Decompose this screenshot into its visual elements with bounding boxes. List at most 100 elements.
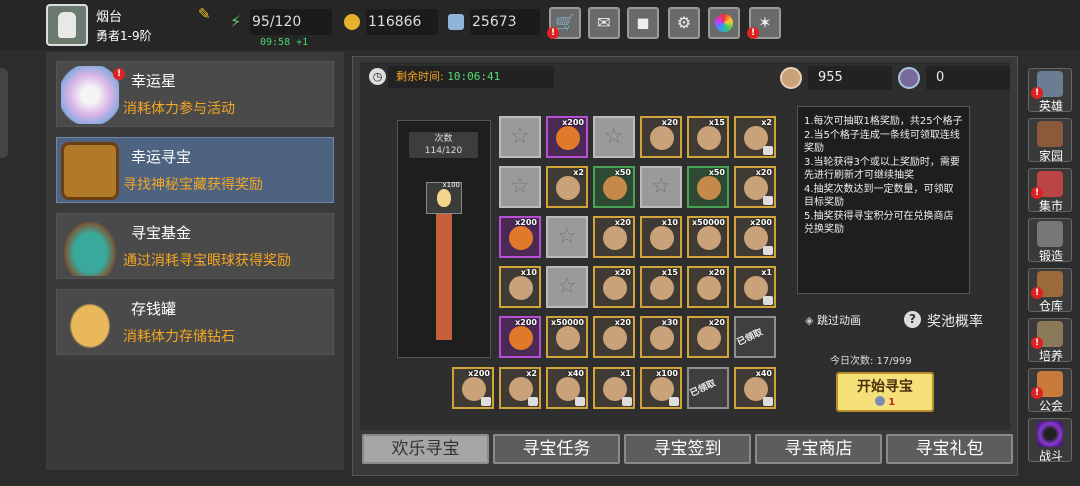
reward-cell[interactable]: 已领取 [687, 367, 729, 409]
lock-icon [763, 397, 773, 406]
eyeball-icon [780, 67, 802, 89]
lock-icon [763, 246, 773, 255]
lock-icon [763, 146, 773, 155]
reward-quantity: x2 [761, 118, 772, 127]
side-item-battle[interactable]: 战斗 [1028, 418, 1072, 463]
empty-cell[interactable]: ☆ [546, 266, 588, 308]
reward-cell[interactable]: x40 [734, 367, 776, 409]
reward-quantity: x1 [620, 369, 631, 378]
empty-cell[interactable]: ☆ [546, 216, 588, 258]
reward-cell[interactable]: x20 [734, 166, 776, 208]
reward-cell[interactable]: x200 [546, 116, 588, 158]
reward-cell[interactable]: x20 [640, 116, 682, 158]
points-count: 0 [926, 66, 1010, 90]
reward-quantity: x15 [708, 118, 725, 127]
side-item-home[interactable]: 家园 [1028, 118, 1072, 163]
skip-animation-toggle[interactable]: ◈ 跳过动画 [805, 312, 861, 328]
player-rank: 勇者1-9阶 [96, 29, 152, 43]
reward-cell[interactable]: x2 [499, 367, 541, 409]
reward-quantity: x1 [761, 268, 772, 277]
castle-icon [1037, 121, 1063, 147]
reward-cell[interactable]: x1 [593, 367, 635, 409]
reward-cell[interactable]: x50000 [687, 216, 729, 258]
egg-icon [437, 189, 451, 207]
reward-cell[interactable]: x10 [499, 266, 541, 308]
rule-line: 2.当5个格子连成一条线可领取连线奖励 [804, 130, 960, 154]
tab-treasure-pack[interactable]: 寻宝礼包 [886, 434, 1013, 464]
reward-cell[interactable]: x15 [640, 266, 682, 308]
side-item-warehouse[interactable]: ! 仓库 [1028, 268, 1072, 313]
reward-cell[interactable]: x20 [687, 266, 729, 308]
remaining-time: 剩余时间: 10:06:41 [388, 66, 554, 88]
menu-card-lucky-star[interactable]: ! 幸运星 消耗体力参与活动 [56, 61, 334, 127]
draw-count-box: 次数 114/120 [409, 132, 478, 158]
reward-cell[interactable]: 已领取 [734, 316, 776, 358]
rule-line: 3.当轮获得3个或以上奖励时，需要先进行刷新才可继续抽奖 [804, 157, 960, 181]
start-treasure-button[interactable]: 开始寻宝 1 [836, 372, 934, 412]
reward-cell[interactable]: x100 [640, 367, 682, 409]
reward-cell[interactable]: x50 [593, 166, 635, 208]
gamepad-icon: ◼ [636, 13, 650, 32]
reward-cell[interactable]: x20 [593, 316, 635, 358]
edge-handle[interactable] [0, 68, 8, 158]
reward-cell[interactable]: x2 [546, 166, 588, 208]
side-item-market[interactable]: ! 集市 [1028, 168, 1072, 213]
reward-cell[interactable]: x20 [593, 216, 635, 258]
card-title: 幸运寻宝 [131, 148, 192, 166]
start-cost: 1 [888, 397, 896, 408]
side-item-guild[interactable]: ! 公会 [1028, 368, 1072, 413]
reward-cell[interactable]: x2 [734, 116, 776, 158]
reward-cell[interactable]: x15 [687, 116, 729, 158]
milestone-reward[interactable]: x100 [426, 181, 462, 214]
settings-button[interactable]: ⚙ [668, 7, 700, 39]
network-button[interactable]: ✶! [747, 7, 781, 39]
reward-quantity: x200 [468, 369, 490, 378]
gamepad-button[interactable]: ◼ [627, 7, 659, 39]
reward-cell[interactable]: x200 [452, 367, 494, 409]
side-label: 培养 [1038, 349, 1063, 363]
empty-cell[interactable]: ☆ [499, 166, 541, 208]
reward-quantity: x10 [520, 268, 537, 277]
side-label: 集市 [1038, 199, 1063, 213]
draw-count-label: 次数 [434, 134, 453, 144]
side-item-hero[interactable]: ! 英雄 [1028, 68, 1072, 113]
pool-rate-link[interactable]: 奖池概率 [927, 311, 983, 331]
mail-button[interactable]: ✉ [588, 7, 620, 39]
tab-treasure-shop[interactable]: 寻宝商店 [755, 434, 882, 464]
tab-happy-treasure[interactable]: 欢乐寻宝 [362, 434, 489, 464]
reward-cell[interactable]: x1 [734, 266, 776, 308]
shop-alert-badge: ! [547, 27, 559, 39]
edit-icon[interactable]: ✎ [198, 6, 214, 22]
empty-cell[interactable]: ☆ [593, 116, 635, 158]
help-icon[interactable]: ? [904, 311, 921, 328]
menu-card-treasure-fund[interactable]: 寻宝基金 通过消耗寻宝眼球获得奖励 [56, 213, 334, 279]
draw-count-value: 114/120 [424, 146, 463, 156]
side-item-forge[interactable]: 锻造 [1028, 218, 1072, 263]
reward-cell[interactable]: x30 [640, 316, 682, 358]
avatar[interactable] [46, 4, 88, 46]
point-orb-icon [898, 67, 920, 89]
empty-cell[interactable]: ☆ [499, 116, 541, 158]
reward-cell[interactable]: x50 [687, 166, 729, 208]
reward-cell[interactable]: x20 [687, 316, 729, 358]
side-item-training[interactable]: ! 培养 [1028, 318, 1072, 363]
color-wheel-button[interactable] [708, 7, 740, 39]
reward-cell[interactable]: x200 [734, 216, 776, 258]
shop-button[interactable]: 🛒! [547, 7, 581, 39]
menu-card-lucky-treasure[interactable]: 幸运寻宝 寻找神秘宝藏获得奖励 [56, 137, 334, 203]
tab-treasure-tasks[interactable]: 寻宝任务 [493, 434, 620, 464]
menu-card-piggy-bank[interactable]: 存钱罐 消耗体力存储钻石 [56, 289, 334, 355]
draw-progress-bar [436, 214, 452, 340]
tab-treasure-checkin[interactable]: 寻宝签到 [624, 434, 751, 464]
reward-item-icon [650, 276, 674, 300]
card-desc: 通过消耗寻宝眼球获得奖励 [123, 253, 291, 269]
reward-cell[interactable]: x50000 [546, 316, 588, 358]
empty-cell[interactable]: ☆ [640, 166, 682, 208]
reward-cell[interactable]: x40 [546, 367, 588, 409]
card-desc: 消耗体力存储钻石 [123, 329, 235, 345]
reward-cell[interactable]: x200 [499, 316, 541, 358]
reward-cell[interactable]: x200 [499, 216, 541, 258]
reward-cell[interactable]: x20 [593, 266, 635, 308]
reward-quantity: x40 [567, 369, 584, 378]
reward-cell[interactable]: x10 [640, 216, 682, 258]
